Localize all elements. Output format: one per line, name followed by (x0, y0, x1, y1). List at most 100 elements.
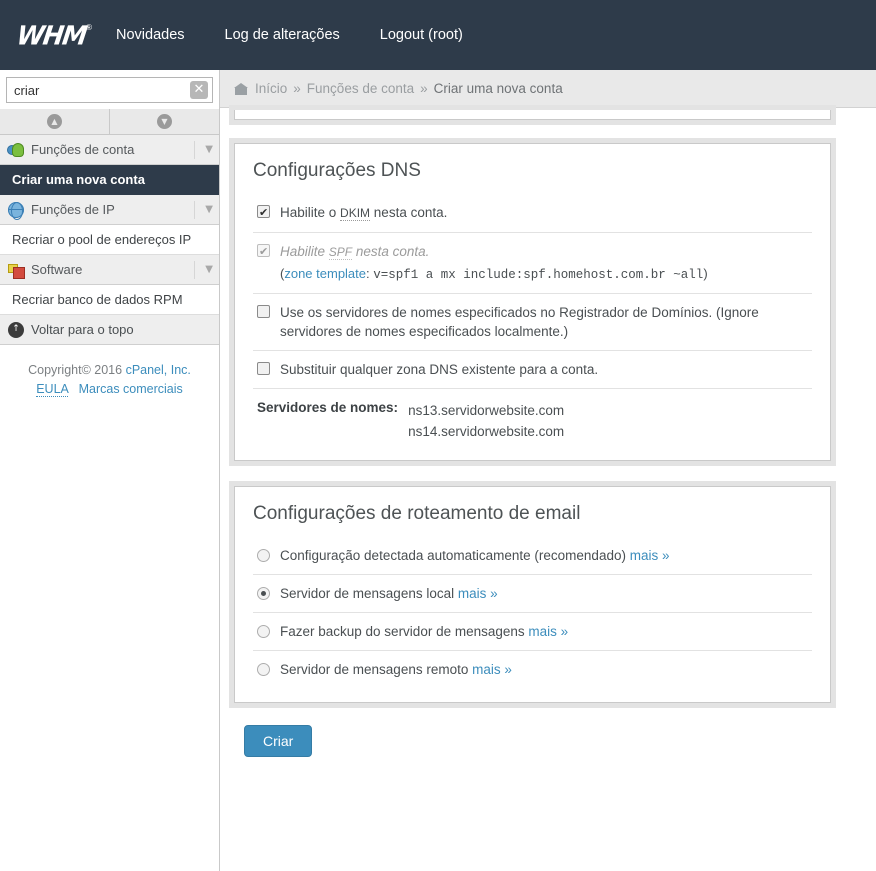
email-option-auto-label: Configuração detectada automaticamente (… (280, 546, 812, 565)
mais-link[interactable]: mais » (458, 586, 498, 601)
chevron-up-icon: ▲ (47, 114, 62, 129)
dkim-checkbox[interactable] (257, 203, 270, 222)
sidebar-group-ip-functions[interactable]: Funções de IP ▼ (0, 195, 219, 225)
eula-link[interactable]: EULA (36, 382, 69, 397)
sidebar-group-label: Software (31, 262, 83, 277)
nav-logout[interactable]: Logout (root) (380, 27, 463, 43)
mais-link[interactable]: mais » (528, 624, 568, 639)
email-option-remote-text: Servidor de mensagens remoto (280, 662, 469, 677)
search-input[interactable] (7, 79, 212, 101)
page-body: ✕ ▲ ▼ Funções de conta ▼ Criar uma nova … (0, 70, 876, 871)
email-option-backup-row: Fazer backup do servidor de mensagens ma… (253, 613, 812, 651)
email-option-local-text: Servidor de mensagens local (280, 586, 455, 601)
email-radio-remote[interactable] (257, 663, 270, 676)
mais-link[interactable]: mais » (472, 662, 512, 677)
nav-log-alteracoes[interactable]: Log de alterações (225, 27, 340, 43)
email-option-remote-row: Servidor de mensagens remoto mais » (253, 651, 812, 688)
globe-icon (8, 201, 24, 220)
scroll-down-button[interactable]: ▼ (110, 109, 219, 134)
panel-spacer (230, 118, 876, 143)
email-option-auto-row: Configuração detectada automaticamente (… (253, 537, 812, 575)
nameservers-values: ns13.servidorwebsite.com ns14.servidorwe… (408, 400, 564, 442)
email-radio-local[interactable] (257, 587, 270, 600)
sidebar-group-label: Funções de IP (31, 202, 115, 217)
chevron-down-icon: ▼ (157, 114, 172, 129)
criar-button[interactable]: Criar (244, 725, 313, 757)
breadcrumb-separator: » (293, 81, 301, 96)
dns-panel-title: Configurações DNS (253, 160, 421, 181)
overwrite-zone-option-row: Substituir qualquer zona DNS existente p… (253, 351, 812, 389)
mais-link[interactable]: mais » (630, 548, 670, 563)
breadcrumb-separator: » (420, 81, 428, 96)
spf-option-row: Habilite SPF nesta conta. (zone template… (253, 233, 812, 294)
chevron-down-icon: ▼ (194, 260, 213, 279)
nameserver-value: ns14.servidorwebsite.com (408, 424, 565, 439)
spf-zone-template-line: (zone template: v=spf1 a mx include:spf.… (280, 265, 812, 284)
sidebar-item-label: Recriar banco de dados RPM (12, 292, 183, 307)
dkim-abbr: DKIM (340, 206, 371, 221)
zone-template-link[interactable]: zone template (284, 266, 366, 281)
spf-text-after: nesta conta. (352, 244, 430, 259)
dkim-text-before: Habilite o (280, 205, 341, 220)
cpanel-inc-link[interactable]: cPanel, Inc. (126, 363, 191, 377)
up-arrow-icon: ↑ (8, 321, 24, 338)
nameserver-value: ns13.servidorwebsite.com (408, 403, 565, 418)
sidebar-item-label: Criar uma nova conta (12, 172, 145, 187)
email-routing-panel: Configurações de roteamento de email Con… (234, 486, 831, 703)
sidebar-item-recriar-banco-rpm[interactable]: Recriar banco de dados RPM (0, 285, 219, 315)
breadcrumb-current: Criar uma nova conta (433, 81, 563, 96)
email-option-local-label: Servidor de mensagens local mais » (280, 584, 812, 603)
clear-search-icon[interactable]: ✕ (190, 81, 208, 99)
back-to-top-button[interactable]: ↑ Voltar para o topo (0, 315, 219, 345)
home-icon[interactable] (234, 82, 248, 95)
sidebar-item-criar-uma-nova-conta[interactable]: Criar uma nova conta (0, 165, 219, 195)
dns-settings-panel: Configurações DNS Habilite o DKIM nesta … (234, 143, 831, 461)
users-icon (8, 142, 24, 158)
trademarks-link[interactable]: Marcas comerciais (79, 382, 183, 396)
dns-panel-body: Configurações DNS Habilite o DKIM nesta … (235, 144, 830, 460)
spf-label: Habilite SPF nesta conta. (280, 244, 430, 260)
registrar-nameservers-option-row: Use os servidores de nomes especificados… (253, 294, 812, 351)
nameservers-label: Servidores de nomes: (257, 400, 399, 415)
overwrite-zone-label: Substituir qualquer zona DNS existente p… (280, 362, 599, 377)
email-option-remote-label: Servidor de mensagens remoto mais » (280, 660, 812, 679)
breadcrumb: Início » Funções de conta » Criar uma no… (220, 70, 876, 108)
overwrite-zone-checkbox[interactable] (257, 362, 270, 375)
email-radio-backup[interactable] (257, 625, 270, 638)
sidebar-scroll-arrows: ▲ ▼ (0, 109, 219, 135)
copyright-line: Copyright© 2016 cPanel, Inc. (0, 361, 219, 380)
email-panel-title: Configurações de roteamento de email (253, 503, 581, 524)
breadcrumb-section[interactable]: Funções de conta (307, 81, 414, 96)
spf-block: Habilite SPF nesta conta. (zone template… (280, 242, 812, 284)
whm-logo-text: WHM (14, 19, 88, 51)
dkim-text-after: nesta conta. (370, 205, 448, 220)
breadcrumb-home[interactable]: Início (255, 81, 287, 96)
main-content: Início » Funções de conta » Criar uma no… (220, 70, 876, 871)
content-scroll-area: Configurações DNS Habilite o DKIM nesta … (220, 108, 876, 870)
spf-checkbox (257, 242, 270, 261)
top-header-bar: WHM ® Novidades Log de alterações Logout… (0, 0, 876, 70)
software-icon (8, 262, 25, 279)
spf-abbr: SPF (328, 245, 353, 260)
nav-novidades[interactable]: Novidades (116, 27, 185, 43)
sidebar-search-wrap: ✕ (0, 70, 219, 103)
footer-links: EULA Marcas comerciais (0, 380, 219, 399)
sidebar-group-label: Funções de conta (31, 142, 135, 157)
chevron-down-icon: ▼ (194, 140, 213, 159)
dkim-label: Habilite o DKIM nesta conta. (280, 203, 812, 223)
sidebar-group-account-functions[interactable]: Funções de conta ▼ (0, 135, 219, 165)
registrar-nameservers-checkbox[interactable] (257, 305, 270, 318)
email-option-local-row: Servidor de mensagens local mais » (253, 575, 812, 613)
sidebar-footer-copyright: Copyright© 2016 cPanel, Inc. EULA Marcas… (0, 345, 219, 399)
sidebar-item-recriar-pool-ip[interactable]: Recriar o pool de endereços IP (0, 225, 219, 255)
chevron-down-icon: ▼ (194, 200, 213, 219)
email-panel-body: Configurações de roteamento de email Con… (235, 487, 830, 702)
scroll-up-button[interactable]: ▲ (0, 109, 110, 134)
whm-logo[interactable]: WHM ® (12, 19, 92, 51)
panel-spacer (230, 461, 876, 486)
back-to-top-label: Voltar para o topo (31, 322, 134, 337)
previous-panel-bottom-edge (234, 110, 831, 120)
sidebar-group-software[interactable]: Software ▼ (0, 255, 219, 285)
search-box[interactable]: ✕ (6, 77, 213, 103)
email-radio-auto[interactable] (257, 549, 270, 562)
